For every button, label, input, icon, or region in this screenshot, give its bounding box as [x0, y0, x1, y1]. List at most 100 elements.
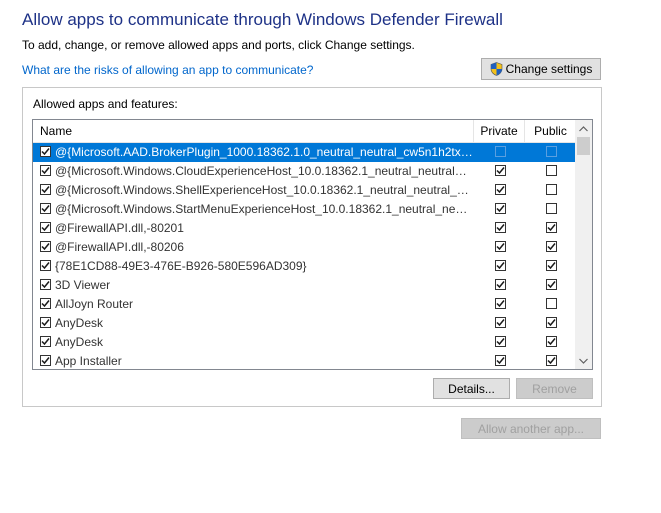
checkmark-icon — [41, 204, 50, 213]
checkmark-icon — [496, 204, 505, 213]
change-settings-button[interactable]: Change settings — [481, 58, 601, 80]
app-enabled-checkbox[interactable] — [40, 279, 51, 290]
private-checkbox[interactable] — [495, 146, 506, 157]
scrollbar-thumb[interactable] — [577, 137, 590, 155]
private-checkbox[interactable] — [495, 260, 506, 271]
private-checkbox[interactable] — [495, 241, 506, 252]
remove-button[interactable]: Remove — [516, 378, 593, 399]
uac-shield-icon — [490, 62, 502, 76]
app-enabled-checkbox[interactable] — [40, 222, 51, 233]
app-name: AnyDesk — [55, 335, 104, 349]
page-subtitle: To add, change, or remove allowed apps a… — [22, 38, 415, 52]
private-checkbox[interactable] — [495, 336, 506, 347]
public-checkbox[interactable] — [546, 298, 557, 309]
table-row[interactable]: @{Microsoft.Windows.CloudExperienceHost_… — [33, 162, 576, 181]
scroll-down-arrow-icon[interactable] — [575, 352, 592, 369]
table-row[interactable]: AllJoyn Router — [33, 295, 576, 314]
app-name: @FirewallAPI.dll,-80201 — [55, 221, 184, 235]
public-checkbox[interactable] — [546, 222, 557, 233]
table-row[interactable]: 3D Viewer — [33, 276, 576, 295]
app-enabled-checkbox[interactable] — [40, 241, 51, 252]
checkmark-icon — [41, 356, 50, 365]
public-checkbox[interactable] — [546, 203, 557, 214]
public-checkbox[interactable] — [546, 260, 557, 271]
allowed-apps-list[interactable]: Name Private Public @{Microsoft.AAD.Brok… — [32, 119, 593, 370]
app-name: @{Microsoft.Windows.StartMenuExperienceH… — [55, 202, 473, 216]
table-row[interactable]: {78E1CD88-49E3-476E-B926-580E596AD309} — [33, 257, 576, 276]
public-checkbox[interactable] — [546, 317, 557, 328]
private-checkbox[interactable] — [495, 203, 506, 214]
checkmark-icon — [496, 337, 505, 346]
risks-link[interactable]: What are the risks of allowing an app to… — [22, 63, 313, 77]
public-checkbox[interactable] — [546, 355, 557, 366]
app-name: @FirewallAPI.dll,-80206 — [55, 240, 184, 254]
public-checkbox[interactable] — [546, 184, 557, 195]
table-row[interactable]: @{Microsoft.Windows.ShellExperienceHost_… — [33, 181, 576, 200]
table-row[interactable]: AnyDesk — [33, 314, 576, 333]
public-checkbox[interactable] — [546, 165, 557, 176]
checkmark-icon — [41, 261, 50, 270]
checkmark-icon — [41, 185, 50, 194]
private-checkbox[interactable] — [495, 184, 506, 195]
app-name: App Installer — [55, 354, 122, 368]
allowed-apps-group: Allowed apps and features: Name Private … — [22, 87, 602, 407]
checkmark-icon — [41, 299, 50, 308]
checkmark-icon — [547, 356, 556, 365]
private-checkbox[interactable] — [495, 279, 506, 290]
column-header-name[interactable]: Name — [33, 120, 474, 142]
allow-another-app-button[interactable]: Allow another app... — [461, 418, 601, 439]
app-enabled-checkbox[interactable] — [40, 317, 51, 328]
private-checkbox[interactable] — [495, 222, 506, 233]
checkmark-icon — [547, 242, 556, 251]
checkmark-icon — [41, 242, 50, 251]
private-checkbox[interactable] — [495, 298, 506, 309]
checkmark-icon — [496, 299, 505, 308]
checkmark-icon — [547, 337, 556, 346]
private-checkbox[interactable] — [495, 317, 506, 328]
app-enabled-checkbox[interactable] — [40, 298, 51, 309]
column-header-private[interactable]: Private — [474, 120, 525, 142]
checkmark-icon — [41, 337, 50, 346]
checkmark-icon — [496, 185, 505, 194]
app-enabled-checkbox[interactable] — [40, 336, 51, 347]
allowed-apps-label: Allowed apps and features: — [33, 97, 178, 111]
details-button[interactable]: Details... — [433, 378, 510, 399]
checkmark-icon — [41, 147, 50, 156]
private-checkbox[interactable] — [495, 165, 506, 176]
public-checkbox[interactable] — [546, 336, 557, 347]
checkmark-icon — [496, 356, 505, 365]
app-name: @{Microsoft.Windows.ShellExperienceHost_… — [55, 183, 473, 197]
app-enabled-checkbox[interactable] — [40, 355, 51, 366]
checkmark-icon — [41, 280, 50, 289]
table-row[interactable]: AnyDesk — [33, 333, 576, 352]
checkmark-icon — [547, 318, 556, 327]
checkmark-icon — [41, 223, 50, 232]
checkmark-icon — [496, 242, 505, 251]
private-checkbox[interactable] — [495, 355, 506, 366]
table-row[interactable]: @{Microsoft.AAD.BrokerPlugin_1000.18362.… — [33, 143, 576, 162]
column-header-public[interactable]: Public — [525, 120, 576, 142]
app-enabled-checkbox[interactable] — [40, 260, 51, 271]
checkmark-icon — [496, 223, 505, 232]
app-enabled-checkbox[interactable] — [40, 184, 51, 195]
app-name: {78E1CD88-49E3-476E-B926-580E596AD309} — [55, 259, 307, 273]
checkmark-icon — [41, 166, 50, 175]
app-enabled-checkbox[interactable] — [40, 146, 51, 157]
app-name: 3D Viewer — [55, 278, 111, 292]
app-enabled-checkbox[interactable] — [40, 165, 51, 176]
table-row[interactable]: @FirewallAPI.dll,-80201 — [33, 219, 576, 238]
table-row[interactable]: App Installer — [33, 352, 576, 369]
checkmark-icon — [547, 261, 556, 270]
page-title: Allow apps to communicate through Window… — [22, 10, 503, 29]
checkmark-icon — [547, 280, 556, 289]
table-row[interactable]: @{Microsoft.Windows.StartMenuExperienceH… — [33, 200, 576, 219]
app-name: @{Microsoft.AAD.BrokerPlugin_1000.18362.… — [55, 145, 473, 159]
scroll-up-arrow-icon[interactable] — [575, 120, 592, 137]
public-checkbox[interactable] — [546, 146, 557, 157]
vertical-scrollbar[interactable] — [575, 120, 592, 369]
table-row[interactable]: @FirewallAPI.dll,-80206 — [33, 238, 576, 257]
public-checkbox[interactable] — [546, 241, 557, 252]
change-settings-label: Change settings — [505, 62, 593, 76]
app-enabled-checkbox[interactable] — [40, 203, 51, 214]
public-checkbox[interactable] — [546, 279, 557, 290]
